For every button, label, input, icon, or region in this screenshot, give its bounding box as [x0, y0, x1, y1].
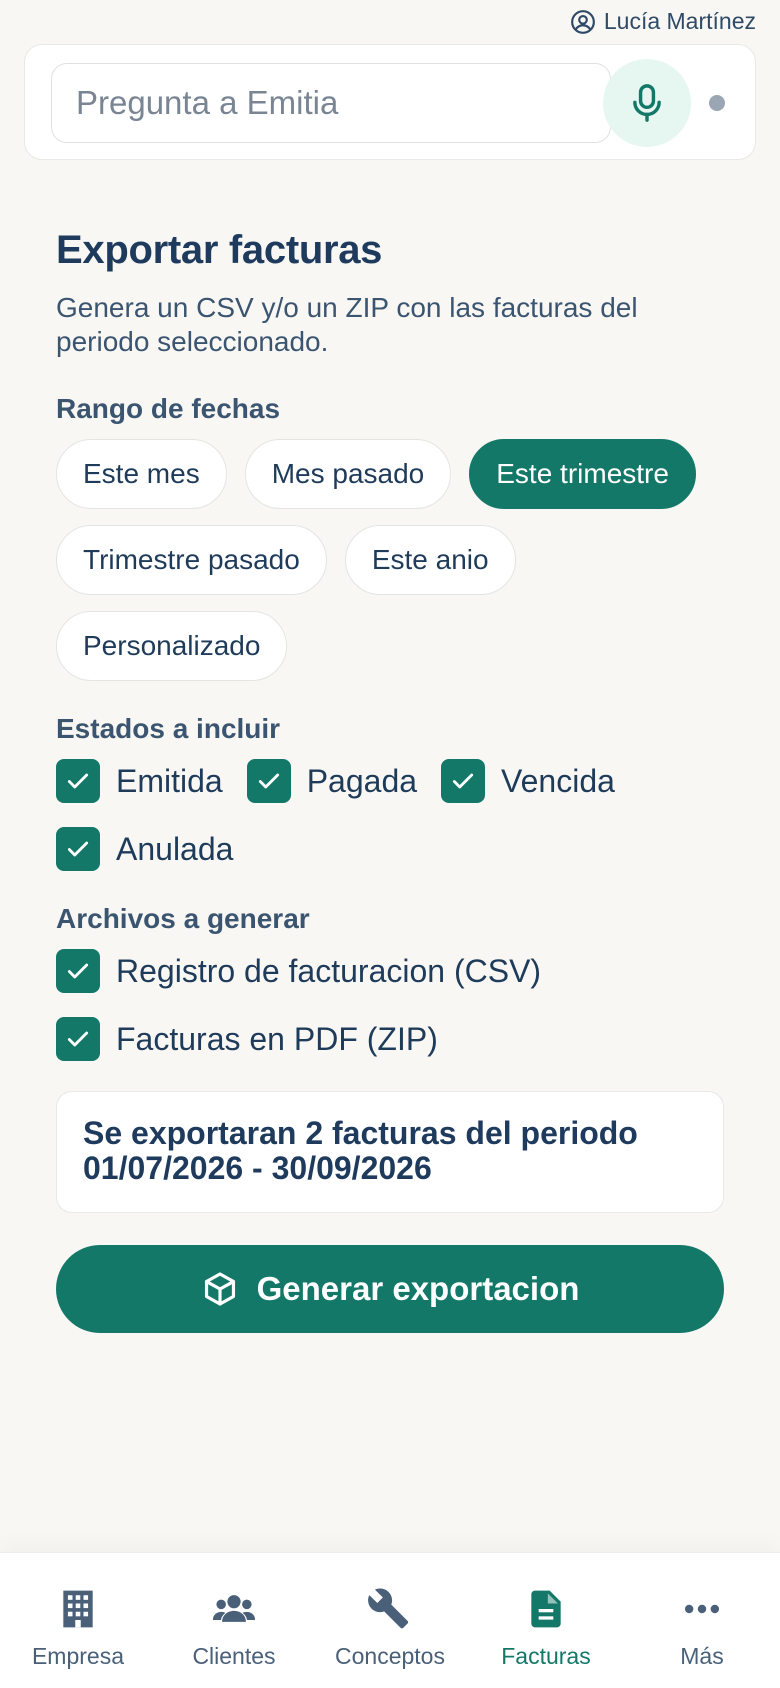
checkbox-checked[interactable] [441, 759, 486, 803]
chip-personalizado[interactable]: Personalizado [56, 611, 288, 681]
check-icon [67, 773, 89, 789]
export-summary: Se exportaran 2 facturas del periodo 01/… [56, 1091, 724, 1213]
microphone-icon [633, 84, 661, 122]
bottom-navigation: Empresa Clientes Conceptos Facturas Más [0, 1552, 780, 1688]
checkbox-checked[interactable] [56, 827, 100, 871]
chip-trimestre-pasado[interactable]: Trimestre pasado [56, 525, 327, 595]
state-pagada[interactable]: Pagada [246, 759, 418, 803]
date-range-chips: Este mes Mes pasado Este trimestre Trime… [56, 439, 724, 681]
nav-label: Conceptos [335, 1643, 445, 1669]
state-label: Pagada [306, 762, 418, 799]
check-icon [452, 773, 474, 789]
nav-label: Clientes [192, 1643, 276, 1669]
nav-label: Facturas [501, 1643, 591, 1669]
generate-export-button[interactable]: Generar exportacion [56, 1245, 724, 1333]
ask-input[interactable] [51, 63, 611, 143]
page-title: Exportar facturas [56, 228, 383, 272]
state-label: Vencida [501, 762, 615, 799]
state-emitida[interactable]: Emitida [56, 759, 223, 803]
files-label: Archivos a generar [56, 903, 310, 934]
wrench-icon [368, 1588, 409, 1629]
states-checks: Emitida Pagada Vencida Anulada [56, 759, 724, 871]
nav-label: Más [680, 1643, 724, 1669]
more-icon [684, 1604, 720, 1614]
states-label: Estados a incluir [56, 713, 281, 744]
state-vencida[interactable]: Vencida [441, 759, 615, 803]
state-label: Emitida [116, 762, 223, 799]
nav-item-facturas[interactable]: Facturas [468, 1553, 624, 1688]
user-account[interactable]: Lucía Martínez [570, 8, 756, 35]
generate-export-label: Generar exportacion [256, 1270, 580, 1307]
status-indicator [709, 95, 725, 111]
building-icon [63, 1590, 93, 1628]
nav-item-empresa[interactable]: Empresa [0, 1553, 156, 1688]
file-label: Facturas en PDF (ZIP) [116, 1020, 438, 1057]
microphone-button[interactable] [603, 59, 691, 147]
chip-este-anio[interactable]: Este anio [344, 525, 516, 595]
chip-mes-pasado[interactable]: Mes pasado [244, 439, 452, 509]
file-zip[interactable]: Facturas en PDF (ZIP) [56, 1017, 724, 1061]
nav-label: Empresa [31, 1643, 125, 1669]
date-range-label: Rango de fechas [56, 393, 281, 424]
chip-este-trimestre[interactable]: Este trimestre [469, 439, 696, 509]
state-label: Anulada [116, 830, 234, 867]
export-section: Exportar facturas Genera un CSV y/o un Z… [56, 228, 724, 1333]
page-subtitle: Genera un CSV y/o un ZIP con las factura… [56, 292, 638, 357]
nav-item-conceptos[interactable]: Conceptos [312, 1553, 468, 1688]
user-name: Lucía Martínez [603, 8, 756, 34]
assistant-ask-card [24, 44, 756, 160]
users-icon [212, 1595, 256, 1622]
document-icon [531, 1590, 561, 1628]
nav-item-mas[interactable]: Más [624, 1553, 780, 1688]
check-icon [67, 841, 89, 857]
package-icon [204, 1272, 235, 1306]
checkbox-checked[interactable] [246, 759, 291, 803]
file-label: Registro de facturacion (CSV) [116, 952, 542, 989]
chip-este-mes[interactable]: Este mes [56, 439, 227, 509]
nav-item-clientes[interactable]: Clientes [156, 1553, 312, 1688]
user-circle-icon [570, 9, 595, 34]
files-checks: Registro de facturacion (CSV) Facturas e… [56, 949, 724, 1061]
check-icon [67, 1031, 89, 1047]
checkbox-checked[interactable] [56, 759, 100, 803]
checkbox-checked[interactable] [56, 949, 100, 993]
check-icon [67, 963, 89, 979]
app-screen: Lucía Martínez Exportar facturas Genera … [0, 0, 780, 1688]
state-anulada[interactable]: Anulada [56, 827, 233, 871]
checkbox-checked[interactable] [56, 1017, 100, 1061]
check-icon [258, 773, 279, 789]
file-csv[interactable]: Registro de facturacion (CSV) [56, 949, 724, 993]
